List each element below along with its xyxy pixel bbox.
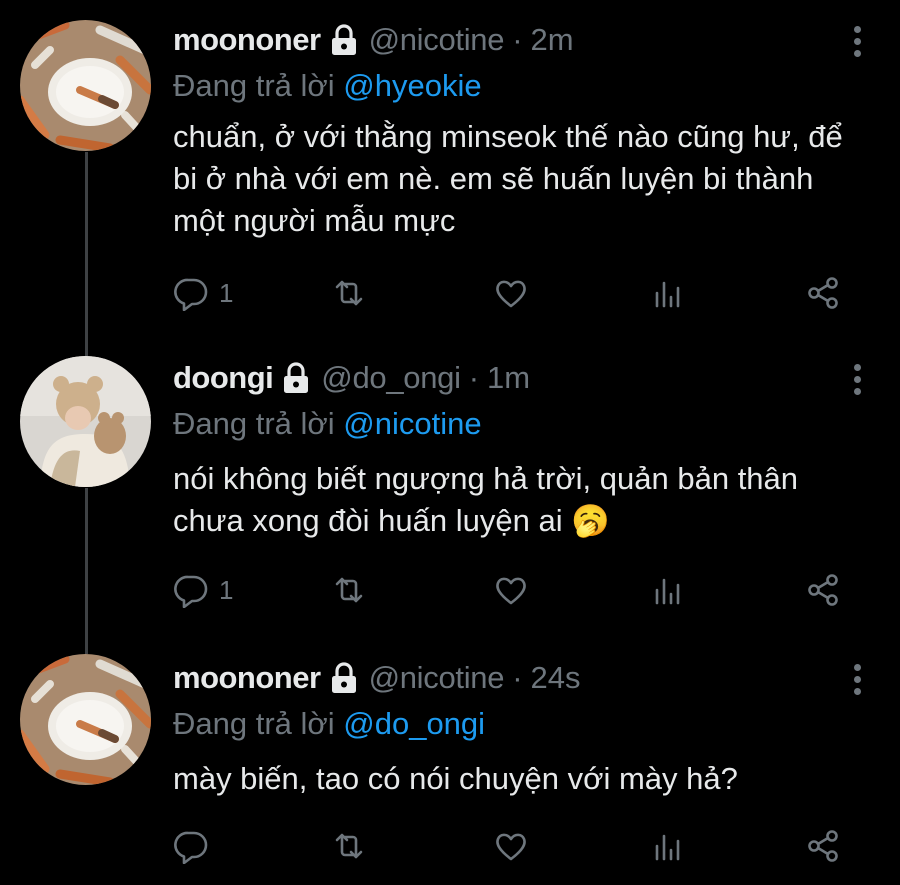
- person-with-bear-hat-photo: [20, 356, 151, 487]
- tweet-header: doongi @do_ongi · 1m: [173, 360, 530, 396]
- more-icon[interactable]: [854, 26, 862, 62]
- like-icon: [496, 280, 526, 308]
- display-name[interactable]: moononer: [173, 660, 321, 696]
- reply-button[interactable]: 1: [173, 572, 233, 608]
- replying-to: Đang trả lời @hyeokie: [173, 68, 482, 104]
- tweet[interactable]: moononer @nicotine · 24s Đang trả lời @d…: [0, 638, 900, 885]
- display-name[interactable]: moononer: [173, 22, 321, 58]
- action-bar: 1: [173, 572, 853, 612]
- retweet-icon: [335, 833, 363, 859]
- stats-icon: [655, 578, 680, 605]
- mention-link[interactable]: @do_ongi: [343, 706, 485, 741]
- handle[interactable]: @do_ongi: [321, 360, 461, 396]
- replying-to-label: Đang trả lời: [173, 68, 335, 103]
- stats-icon: [655, 281, 680, 308]
- replying-to: Đang trả lời @do_ongi: [173, 706, 485, 742]
- tweet[interactable]: doongi @do_ongi · 1m Đang trả lời @nicot…: [0, 338, 900, 648]
- more-icon[interactable]: [854, 364, 862, 400]
- cigarette-ashtray-photo: [20, 654, 151, 785]
- tweet-text: chuẩn, ở với thằng minseok thế nào cũng …: [173, 119, 843, 238]
- replying-to: Đang trả lời @nicotine: [173, 406, 482, 442]
- action-bar: 1: [173, 275, 853, 315]
- avatar[interactable]: [20, 654, 151, 785]
- reply-icon: [174, 278, 208, 311]
- timestamp[interactable]: 24s: [531, 660, 581, 696]
- separator: ·: [512, 660, 523, 695]
- stats-button[interactable]: [649, 828, 685, 864]
- stats-button[interactable]: [649, 275, 685, 311]
- lock-icon: [331, 24, 356, 55]
- display-name[interactable]: doongi: [173, 360, 274, 396]
- tweet-text: nói không biết ngượng hả trời, quản bản …: [173, 458, 813, 542]
- reply-count: 1: [219, 277, 234, 308]
- share-button[interactable]: [805, 572, 841, 608]
- handle[interactable]: @nicotine: [369, 660, 505, 696]
- stats-icon: [655, 834, 680, 861]
- retweet-button[interactable]: [331, 572, 367, 608]
- like-icon: [496, 577, 526, 605]
- timestamp[interactable]: 2m: [531, 22, 574, 58]
- tweet[interactable]: moononer @nicotine · 2m Đang trả lời @hy…: [0, 0, 900, 340]
- lock-icon: [284, 362, 309, 393]
- share-icon: [808, 277, 838, 309]
- retweet-icon: [335, 280, 363, 306]
- handle[interactable]: @nicotine: [369, 22, 505, 58]
- share-button[interactable]: [805, 275, 841, 311]
- like-button[interactable]: [493, 572, 529, 608]
- retweet-icon: [335, 577, 363, 603]
- reply-button[interactable]: [173, 828, 219, 864]
- avatar[interactable]: [20, 356, 151, 487]
- tweet-text-content: nói không biết ngượng hả trời, quản bản …: [173, 461, 799, 538]
- like-button[interactable]: [493, 275, 529, 311]
- separator: ·: [468, 360, 480, 395]
- replying-to-label: Đang trả lời: [173, 706, 335, 741]
- stats-button[interactable]: [649, 572, 685, 608]
- avatar[interactable]: [20, 20, 151, 151]
- share-button[interactable]: [805, 828, 841, 864]
- replying-to-label: Đang trả lời: [173, 406, 335, 441]
- separator: ·: [512, 22, 523, 57]
- yawning-face-emoji: 🥱: [571, 503, 610, 538]
- tweet-header: moononer @nicotine · 2m: [173, 22, 574, 58]
- reply-icon: [174, 831, 208, 864]
- tweet-text: mày biến, tao có nói chuyện với mày hả?: [173, 761, 738, 796]
- lock-icon: [331, 662, 356, 693]
- like-button[interactable]: [493, 828, 529, 864]
- reply-button[interactable]: 1: [173, 275, 233, 311]
- reply-icon: [174, 575, 208, 608]
- cigarette-ashtray-photo: [20, 20, 151, 151]
- reply-count: 1: [219, 574, 234, 605]
- tweet-header: moononer @nicotine · 24s: [173, 660, 581, 696]
- mention-link[interactable]: @hyeokie: [343, 68, 481, 103]
- share-icon: [808, 574, 838, 606]
- timestamp[interactable]: 1m: [487, 360, 530, 396]
- mention-link[interactable]: @nicotine: [343, 406, 481, 441]
- like-icon: [496, 833, 526, 861]
- more-icon[interactable]: [854, 664, 862, 700]
- retweet-button[interactable]: [331, 828, 367, 864]
- action-bar: [173, 828, 853, 868]
- share-icon: [808, 830, 838, 862]
- retweet-button[interactable]: [331, 275, 367, 311]
